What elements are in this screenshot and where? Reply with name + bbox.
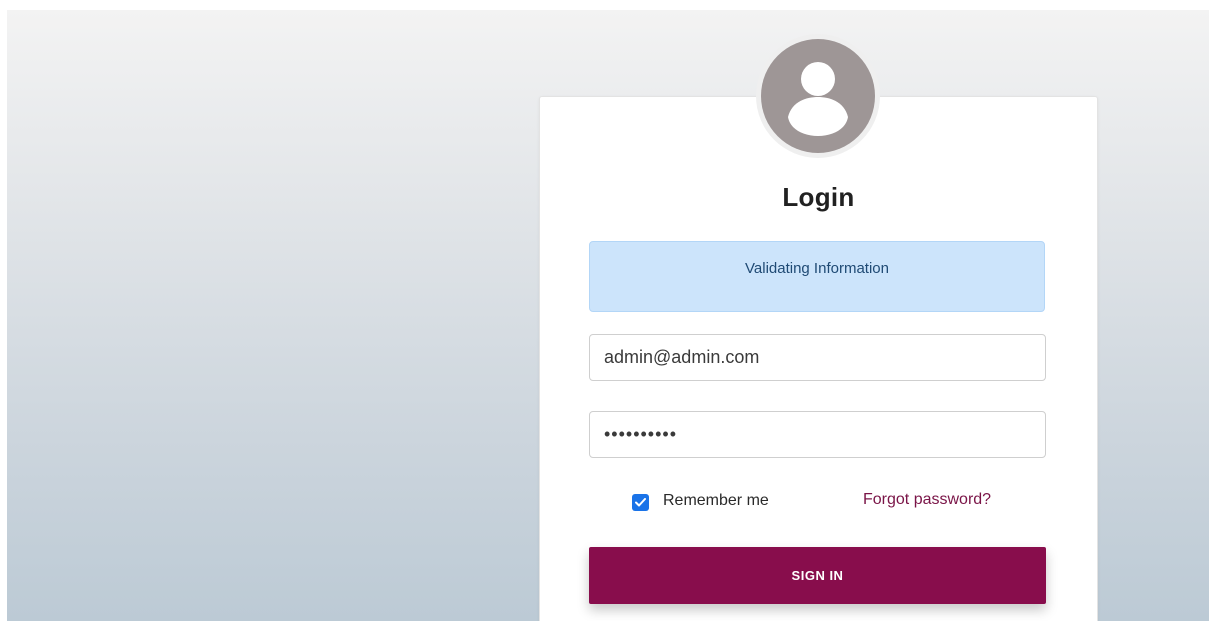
- remember-me-checkbox[interactable]: [632, 494, 649, 511]
- status-alert: Validating Information: [589, 241, 1045, 312]
- status-alert-text: Validating Information: [745, 260, 889, 277]
- sign-in-button[interactable]: SIGN IN: [589, 547, 1046, 604]
- forgot-password-link[interactable]: Forgot password?: [863, 491, 991, 509]
- avatar: [756, 34, 880, 158]
- check-icon: [635, 498, 646, 507]
- remember-me-label: Remember me: [663, 491, 769, 509]
- login-page-background: Login Validating Information Remember me…: [7, 10, 1209, 621]
- remember-me[interactable]: Remember me: [632, 490, 769, 511]
- email-field[interactable]: [589, 334, 1046, 381]
- password-field[interactable]: [589, 411, 1046, 458]
- page-title: Login: [782, 182, 855, 212]
- user-avatar-icon: [761, 39, 875, 153]
